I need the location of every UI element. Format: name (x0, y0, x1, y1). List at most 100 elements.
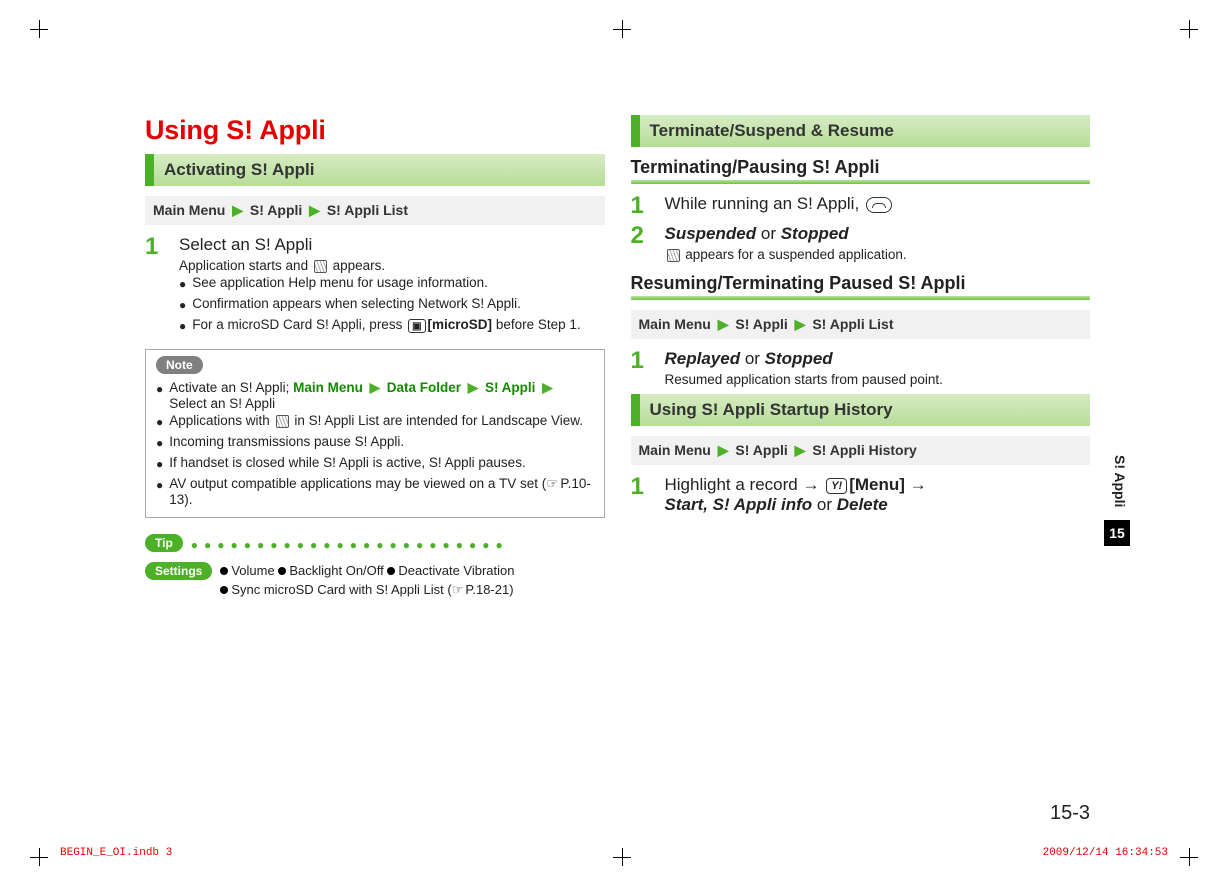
text: Activate an S! Appli; (169, 380, 293, 395)
tip-row: Tip ●●●●●●●●●●●●●●●●●●●●●●●● (145, 534, 605, 556)
step-number: 1 (145, 235, 165, 339)
bullet-icon: ● (156, 380, 163, 411)
app-running-icon (314, 260, 327, 273)
left-column: Using S! Appli Activating S! Appli Main … (145, 115, 605, 775)
step-body: Select an S! Appli Application starts an… (179, 235, 581, 339)
chevron-right-icon: ▶ (792, 316, 809, 332)
section-heading: Terminate/Suspend & Resume (631, 115, 1091, 147)
crop-mark (1180, 848, 1198, 866)
section-heading: Activating S! Appli (145, 154, 605, 186)
step-number: 2 (631, 224, 651, 263)
side-tab-label: S! Appli (1112, 455, 1128, 507)
menu-path: Data Folder (387, 380, 461, 395)
tip-label: Tip (145, 534, 183, 552)
step-sub: Application starts and appears. (179, 258, 581, 273)
step-body: Highlight a record → Y![Menu] → Start, S… (665, 475, 927, 518)
heading-underline (631, 180, 1091, 184)
crumb-l1: S! Appli (735, 316, 787, 332)
step-number: 1 (631, 349, 651, 388)
text: While running an S! Appli, (665, 194, 864, 213)
menu-path: S! Appli (485, 380, 536, 395)
bullet-icon: ● (156, 455, 163, 474)
text: Applications with (169, 413, 273, 428)
print-footer: BEGIN_E_OI.indb 3 2009/12/14 16:34:53 (60, 847, 1168, 859)
breadcrumb: Main Menu ▶ S! Appli ▶ S! Appli List (631, 310, 1091, 339)
bullet-icon (387, 567, 395, 575)
text: Confirmation appears when selecting Netw… (192, 296, 521, 315)
text: Select an S! Appli (169, 396, 275, 411)
crumb-l1: S! Appli (735, 442, 787, 458)
bullet: ● Confirmation appears when selecting Ne… (179, 296, 581, 315)
app-paused-icon (667, 249, 680, 262)
text: in S! Appli List are intended for Landsc… (294, 413, 583, 428)
step: 1 Highlight a record → Y![Menu] → Start,… (631, 475, 1091, 518)
step-title: Select an S! Appli (179, 235, 581, 255)
footer-file: BEGIN_E_OI.indb 3 (60, 847, 172, 859)
text: ) (509, 582, 513, 597)
end-key-icon (866, 197, 892, 213)
crop-mark (1180, 20, 1198, 38)
text: or (745, 349, 765, 368)
bullet: ● For a microSD Card S! Appli, press ▣[m… (179, 317, 581, 336)
crumb-l1: S! Appli (250, 202, 302, 218)
option: Stopped (781, 224, 849, 243)
step: 1 Replayed or Stopped Resumed applicatio… (631, 349, 1091, 388)
key-label: [Menu] (849, 475, 905, 494)
chevron-right-icon: ▶ (539, 380, 555, 395)
decorative-dots: ●●●●●●●●●●●●●●●●●●●●●●●● (191, 538, 605, 552)
settings-row: Settings Volume Backlight On/Off Deactiv… (145, 562, 605, 600)
subsection-heading: Terminating/Pausing S! Appli (631, 157, 1091, 178)
page-content: Using S! Appli Activating S! Appli Main … (145, 115, 1090, 775)
step: 2 Suspended or Stopped appears for a sus… (631, 224, 1091, 263)
chevron-right-icon: ▶ (715, 316, 732, 332)
bullet-icon: ● (179, 296, 186, 315)
y-key-icon: Y! (826, 478, 847, 494)
footer-timestamp: 2009/12/14 16:34:53 (1043, 847, 1168, 859)
bullet: ● If handset is closed while S! Appli is… (156, 455, 594, 474)
crop-mark (30, 20, 48, 38)
text: AV output compatible applications may be… (169, 476, 546, 491)
key-label: [microSD] (428, 317, 493, 332)
crumb-l2: S! Appli List (812, 316, 893, 332)
step-number: 1 (631, 194, 651, 218)
camera-key-icon: ▣ (408, 319, 425, 333)
text: Sync microSD Card with S! Appli List ( (231, 582, 451, 597)
arrow-right-icon: → (910, 475, 927, 494)
section-heading: Using S! Appli Startup History (631, 394, 1091, 426)
option: Delete (837, 495, 888, 514)
settings-body: Volume Backlight On/Off Deactivate Vibra… (220, 562, 514, 600)
crumb-root: Main Menu (639, 316, 711, 332)
chevron-right-icon: ▶ (465, 380, 481, 395)
crop-mark (613, 20, 631, 38)
bullet-icon: ● (156, 476, 163, 507)
option: Start, S! Appli info (665, 495, 813, 514)
bullet-icon: ● (156, 434, 163, 453)
text: See application Help menu for usage info… (192, 275, 488, 294)
text: ). (184, 492, 192, 507)
bullet-icon: ● (156, 413, 163, 432)
bullet: ● See application Help menu for usage in… (179, 275, 581, 294)
bullet-icon (220, 586, 228, 594)
text: or (761, 224, 781, 243)
crop-mark (30, 848, 48, 866)
bullet-icon: ● (179, 275, 186, 294)
chevron-right-icon: ▶ (306, 202, 323, 218)
text: or (817, 495, 837, 514)
step: 1 While running an S! Appli, (631, 194, 1091, 218)
text: For a microSD Card S! Appli, press (192, 317, 406, 332)
crumb-root: Main Menu (153, 202, 225, 218)
bullet: ● Activate an S! Appli; Main Menu ▶ Data… (156, 380, 594, 411)
text: Deactivate Vibration (398, 563, 514, 578)
step-number: 1 (631, 475, 651, 518)
subsection-heading: Resuming/Terminating Paused S! Appli (631, 273, 1091, 294)
step-body: While running an S! Appli, (665, 194, 894, 218)
text: If handset is closed while S! Appli is a… (169, 455, 525, 474)
breadcrumb: Main Menu ▶ S! Appli ▶ S! Appli History (631, 436, 1091, 465)
text: before Step 1. (496, 317, 581, 332)
text: Application starts and (179, 258, 312, 273)
note-label: Note (156, 356, 203, 374)
crumb-l2: S! Appli History (812, 442, 917, 458)
bullet: ● Incoming transmissions pause S! Appli. (156, 434, 594, 453)
pointer-icon (546, 476, 560, 491)
option: Replayed (665, 349, 741, 368)
